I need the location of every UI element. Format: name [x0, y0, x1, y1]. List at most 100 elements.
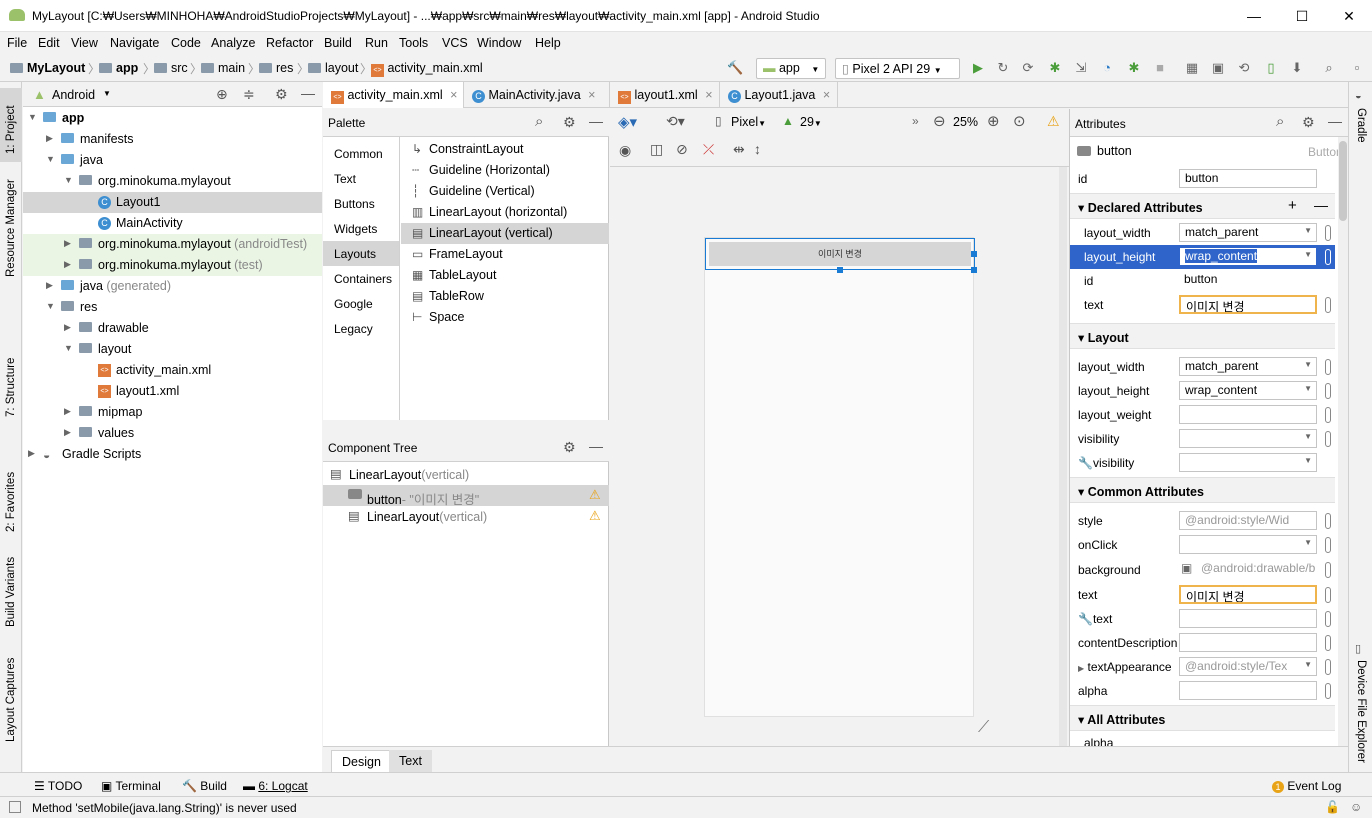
palette-item-linearlayout-v[interactable]: ▤ LinearLayout (vertical) — [401, 223, 609, 244]
close-icon[interactable]: × — [823, 88, 830, 102]
onclick-select[interactable] — [1179, 535, 1317, 554]
pick-resource-icon[interactable] — [1325, 513, 1331, 529]
section-common[interactable]: ▾ Common Attributes — [1070, 477, 1335, 503]
tree-item-manifests[interactable]: ▶ manifests — [23, 129, 322, 150]
content-description-field[interactable] — [1179, 633, 1317, 652]
tree-item-layout1-xml[interactable]: <> layout1.xml — [23, 381, 322, 402]
layout-width-select[interactable]: match_parent — [1179, 223, 1317, 242]
pick-resource-icon[interactable] — [1325, 383, 1331, 399]
breadcrumb-app[interactable]: app — [99, 61, 138, 75]
close-icon[interactable]: × — [450, 88, 457, 102]
profile-icon[interactable]: ◔ — [1100, 61, 1114, 75]
collapse-icon[interactable]: ≑ — [243, 86, 255, 103]
tree-item-java-generated[interactable]: ▶ java (generated) — [23, 276, 322, 297]
gear-icon[interactable]: ⚙ — [275, 86, 288, 103]
layers-icon[interactable]: ◈▾ — [618, 113, 637, 131]
style-field[interactable]: @android:style/Wid — [1179, 511, 1317, 530]
pick-resource-icon[interactable] — [1325, 611, 1331, 627]
pick-resource-icon[interactable] — [1325, 587, 1331, 603]
gear-icon[interactable]: ⚙ — [563, 114, 576, 131]
tree-item-values[interactable]: ▶ values — [23, 423, 322, 444]
menu-help[interactable]: Help — [535, 36, 561, 50]
canvas-scrollbar[interactable] — [1059, 167, 1067, 746]
expand-arrow-icon[interactable]: ▶ — [1078, 664, 1084, 673]
breadcrumb-src[interactable]: src — [154, 61, 188, 75]
menu-window[interactable]: Window — [477, 36, 521, 50]
pick-resource-icon[interactable] — [1325, 635, 1331, 651]
menu-edit[interactable]: Edit — [38, 36, 60, 50]
hide-icon[interactable]: — — [589, 113, 603, 129]
section-declared[interactable]: ▾ Declared Attributes + — — [1070, 193, 1335, 219]
tools-text-field[interactable] — [1179, 609, 1317, 628]
menu-tools[interactable]: Tools — [399, 36, 428, 50]
palette-cat-buttons[interactable]: Buttons — [323, 191, 399, 216]
palette-cat-containers[interactable]: Containers — [323, 266, 399, 291]
tree-row-button[interactable]: button- "이미지 변경" ⚠ — [323, 485, 609, 507]
pick-resource-icon[interactable] — [1325, 562, 1331, 578]
menu-run[interactable]: Run — [365, 36, 388, 50]
attach-debugger-icon[interactable]: ⇲ — [1074, 61, 1088, 75]
strip-favorites[interactable]: 2: Favorites — [5, 472, 17, 532]
menu-code[interactable]: Code — [171, 36, 201, 50]
device-select[interactable]: Pixel▼ — [731, 115, 766, 129]
search-icon[interactable]: ⌕ — [1276, 113, 1284, 130]
run-config-select[interactable]: ▬ app ▼ — [756, 58, 826, 79]
hide-icon[interactable]: — — [1328, 113, 1342, 129]
expand-icon[interactable]: » — [912, 114, 919, 128]
locate-icon[interactable]: ⊕ — [216, 86, 228, 103]
breadcrumb-res[interactable]: res — [259, 61, 293, 75]
project-structure-icon[interactable]: ▦ — [1185, 61, 1199, 75]
visibility-select[interactable] — [1179, 429, 1317, 448]
scroll-thumb[interactable] — [1339, 141, 1347, 221]
pick-resource-icon[interactable] — [1325, 659, 1331, 675]
tree-item-mipmap[interactable]: ▶ mipmap — [23, 402, 322, 423]
palette-item-space[interactable]: ⊢ Space — [401, 307, 609, 328]
pick-resource-icon[interactable] — [1325, 297, 1331, 313]
apply-code-icon[interactable]: ⟳ — [1021, 61, 1035, 75]
tree-item-layout1[interactable]: C Layout1 — [23, 192, 322, 213]
tree-item-res[interactable]: ▼ res — [23, 297, 322, 318]
section-layout[interactable]: ▾ Layout — [1070, 323, 1335, 349]
menu-vcs[interactable]: VCS — [442, 36, 468, 50]
vertical-margin-icon[interactable]: ↕ — [754, 141, 761, 157]
remove-attribute-icon[interactable]: — — [1314, 197, 1328, 213]
palette-cat-common[interactable]: Common — [323, 141, 399, 166]
menu-refactor[interactable]: Refactor — [266, 36, 313, 50]
design-canvas[interactable]: 이미지 변경 ⟋ — [610, 167, 1069, 746]
pick-resource-icon[interactable] — [1325, 537, 1331, 553]
tree-item-drawable[interactable]: ▶ drawable — [23, 318, 322, 339]
layout-weight-field[interactable] — [1179, 405, 1317, 424]
palette-item-tablerow[interactable]: ▤ TableRow — [401, 286, 609, 307]
palette-item-linearlayout-h[interactable]: ▥ LinearLayout (horizontal) — [401, 202, 609, 223]
menu-navigate[interactable]: Navigate — [110, 36, 159, 50]
tree-row-child-layout[interactable]: ▤ LinearLayout(vertical) ⚠ — [323, 506, 609, 527]
breadcrumb-layout[interactable]: layout — [308, 61, 358, 75]
resize-corner-icon[interactable]: ⟋ — [978, 719, 989, 737]
apply-changes-icon[interactable]: ↻ — [996, 61, 1010, 75]
sdk-manager-icon[interactable]: ⬇ — [1290, 61, 1304, 75]
resize-handle[interactable] — [837, 267, 843, 273]
blueprint-icon[interactable]: ◫ — [650, 141, 663, 158]
zoom-in-icon[interactable]: ⊕ — [987, 112, 1000, 130]
chevron-down-icon[interactable]: ▼ — [103, 89, 111, 98]
pick-resource-icon[interactable] — [1325, 683, 1331, 699]
hide-icon[interactable]: — — [589, 438, 603, 454]
breadcrumb-project[interactable]: MyLayout — [10, 61, 85, 75]
tree-item-gradle-scripts[interactable]: ▶ ◒ Gradle Scripts — [23, 444, 322, 465]
device-select[interactable]: ▯ Pixel 2 API 29 ▼ — [835, 58, 960, 79]
layout-width-select[interactable]: match_parent — [1179, 357, 1317, 376]
tree-item-app[interactable]: ▼ app — [23, 108, 322, 129]
text-field[interactable]: 이미지 변경 — [1179, 585, 1317, 604]
palette-cat-legacy[interactable]: Legacy — [323, 316, 399, 341]
minimize-button[interactable]: — — [1242, 6, 1266, 26]
close-icon[interactable]: × — [705, 88, 712, 102]
breadcrumb-file[interactable]: <> activity_main.xml — [371, 61, 483, 77]
alpha-field[interactable] — [1179, 681, 1317, 700]
declared-id-value[interactable]: button — [1179, 271, 1317, 290]
gear-icon[interactable]: ⚙ — [1302, 114, 1315, 131]
preview-button[interactable]: 이미지 변경 — [709, 242, 971, 266]
palette-cat-google[interactable]: Google — [323, 291, 399, 316]
close-button[interactable]: ✕ — [1337, 6, 1361, 26]
strip-gradle[interactable]: Gradle — [1355, 108, 1367, 143]
tab-text[interactable]: Text — [389, 750, 432, 773]
